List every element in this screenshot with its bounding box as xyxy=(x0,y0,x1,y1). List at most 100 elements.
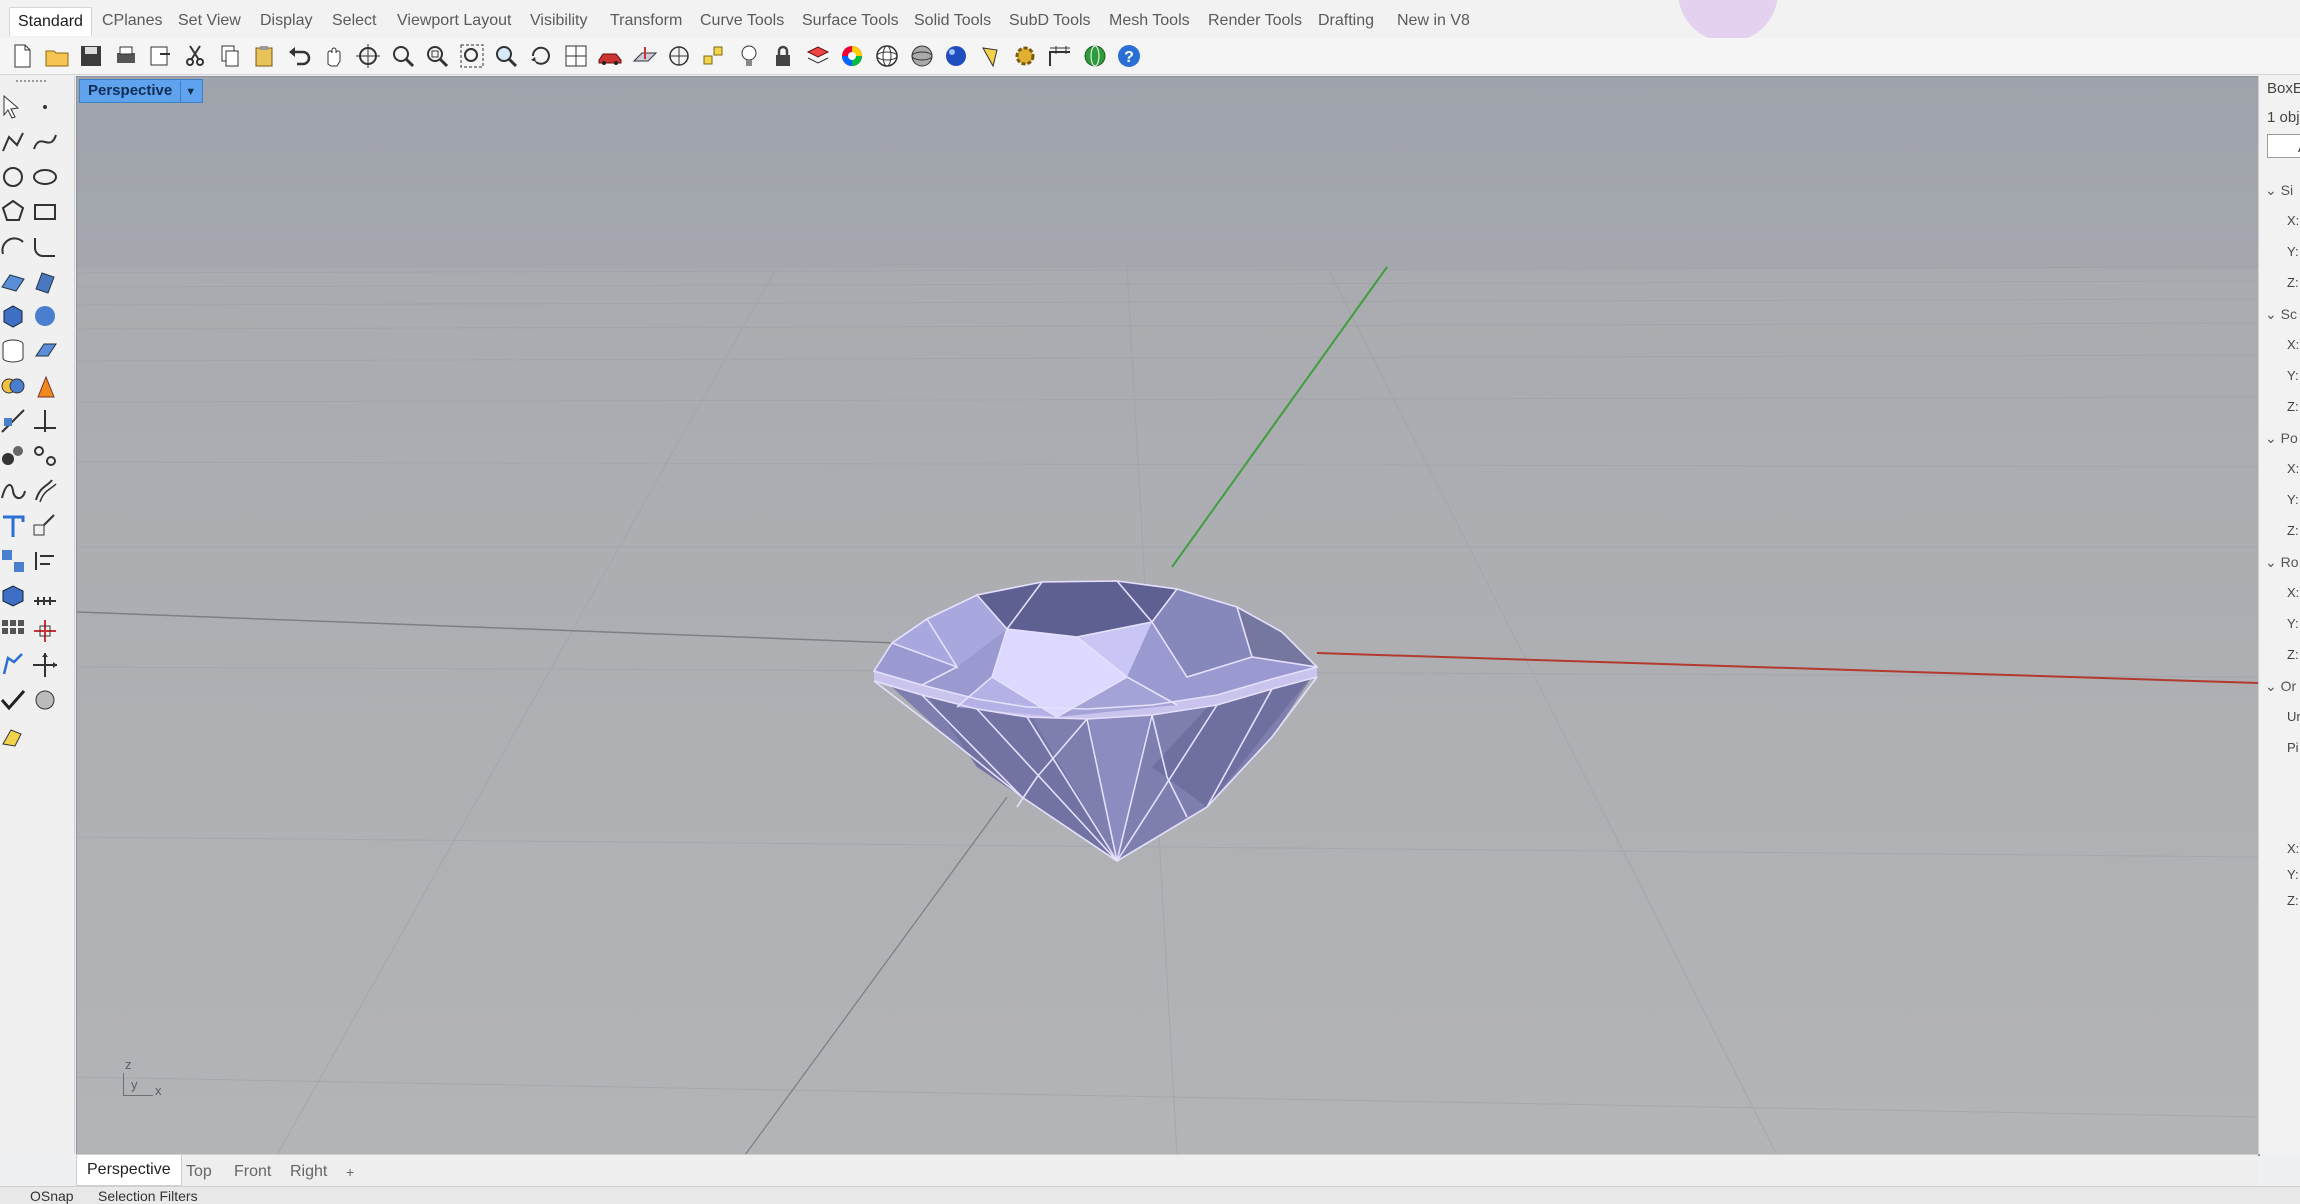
fillet-curve-icon[interactable] xyxy=(30,232,60,262)
grid-snap-icon[interactable] xyxy=(30,581,60,611)
scale-icon[interactable] xyxy=(30,511,60,541)
move-icon[interactable] xyxy=(30,650,60,680)
pan-hand-icon[interactable] xyxy=(319,42,347,70)
car-render-icon[interactable] xyxy=(596,42,624,70)
ellipse-icon[interactable] xyxy=(30,162,60,192)
array-grid-icon[interactable] xyxy=(0,616,28,646)
fire-icon[interactable] xyxy=(30,371,60,401)
solid-cube-icon[interactable] xyxy=(0,581,28,611)
panel-section-header[interactable]: ⌄ Ro xyxy=(2265,554,2299,571)
trim-icon[interactable] xyxy=(30,406,60,436)
tab-surface-tools[interactable]: Surface Tools xyxy=(802,9,899,33)
polyline-icon[interactable] xyxy=(0,127,28,157)
selection-filters-toggle[interactable]: Selection Filters xyxy=(98,1188,198,1204)
transform-icon[interactable] xyxy=(0,650,28,680)
panel-section-header[interactable]: ⌄ Po xyxy=(2265,430,2298,447)
zoom-extents-icon[interactable] xyxy=(458,42,486,70)
tab-cplanes[interactable]: CPlanes xyxy=(102,9,162,33)
tab-new-in-v8[interactable]: New in V8 xyxy=(1397,9,1470,33)
cylinder-icon[interactable] xyxy=(0,336,28,366)
group-icon[interactable] xyxy=(0,441,28,471)
tab-viewport-layout[interactable]: Viewport Layout xyxy=(397,9,511,33)
panel-apply-button[interactable]: A xyxy=(2267,134,2300,158)
boolean-icon[interactable] xyxy=(0,371,28,401)
material-icon[interactable] xyxy=(977,42,1005,70)
paste-icon[interactable] xyxy=(250,42,278,70)
viewport-layout-icon[interactable] xyxy=(562,42,590,70)
tab-standard[interactable]: Standard xyxy=(9,7,92,36)
tab-right[interactable]: Right xyxy=(290,1161,327,1183)
viewport-title-tab[interactable]: Perspective ▼ xyxy=(79,79,204,103)
help-icon[interactable]: ? xyxy=(1115,42,1143,70)
tab-curve-tools[interactable]: Curve Tools xyxy=(700,9,784,33)
tab-display[interactable]: Display xyxy=(260,9,312,33)
surface-icon[interactable] xyxy=(0,267,28,297)
tab-set-view[interactable]: Set View xyxy=(178,9,241,33)
arc-icon[interactable] xyxy=(0,232,28,262)
tab-subd-tools[interactable]: SubD Tools xyxy=(1009,9,1091,33)
print-icon[interactable] xyxy=(112,42,140,70)
circle-icon[interactable] xyxy=(0,162,28,192)
open-folder-icon[interactable] xyxy=(43,42,71,70)
rectangle-icon[interactable] xyxy=(30,197,60,227)
dimension-icon[interactable] xyxy=(1046,42,1074,70)
tab-select[interactable]: Select xyxy=(332,9,376,33)
cut-icon[interactable] xyxy=(181,42,209,70)
box-icon[interactable] xyxy=(0,301,28,331)
lock-icon[interactable] xyxy=(769,42,797,70)
wireframe-sphere-icon[interactable] xyxy=(873,42,901,70)
join-icon[interactable] xyxy=(0,476,28,506)
rendered-sphere-icon[interactable] xyxy=(942,42,970,70)
explode-icon[interactable] xyxy=(30,441,60,471)
panel-section-header[interactable]: ⌄ Si xyxy=(2265,182,2293,199)
extrude-icon[interactable] xyxy=(30,336,60,366)
array-icon[interactable] xyxy=(0,546,28,576)
save-icon[interactable] xyxy=(77,42,105,70)
paint-icon[interactable] xyxy=(0,720,28,750)
tab-render-tools[interactable]: Render Tools xyxy=(1208,9,1302,33)
options-icon[interactable] xyxy=(1011,42,1039,70)
tab-visibility[interactable]: Visibility xyxy=(530,9,588,33)
osnap-toggle[interactable]: OSnap xyxy=(30,1188,74,1204)
zoom-selected-icon[interactable] xyxy=(492,42,520,70)
analyze-icon[interactable] xyxy=(30,685,60,715)
tab-top[interactable]: Top xyxy=(186,1161,212,1183)
copy-icon[interactable] xyxy=(216,42,244,70)
sphere-icon[interactable] xyxy=(30,301,60,331)
rotate-camera-icon[interactable] xyxy=(527,42,555,70)
curve-icon[interactable] xyxy=(30,127,60,157)
loft-icon[interactable] xyxy=(30,267,60,297)
undo-icon[interactable] xyxy=(285,42,313,70)
zoom-window-icon[interactable] xyxy=(423,42,451,70)
add-viewport-icon[interactable]: + xyxy=(346,1161,354,1183)
point-icon[interactable] xyxy=(30,92,60,122)
color-wheel-icon[interactable] xyxy=(838,42,866,70)
viewport-menu-arrow-icon[interactable]: ▼ xyxy=(180,81,196,103)
globe-icon[interactable] xyxy=(1081,42,1109,70)
align-icon[interactable] xyxy=(30,546,60,576)
layer-icon[interactable] xyxy=(804,42,832,70)
lightbulb-icon[interactable] xyxy=(735,42,763,70)
palette-grip[interactable] xyxy=(16,80,46,86)
tab-mesh-tools[interactable]: Mesh Tools xyxy=(1109,9,1190,33)
osnap-icon[interactable] xyxy=(665,42,693,70)
gumball-icon[interactable] xyxy=(30,616,60,646)
check-icon[interactable] xyxy=(0,685,28,715)
zoom-icon[interactable] xyxy=(389,42,417,70)
tab-transform[interactable]: Transform xyxy=(610,9,682,33)
perspective-viewport[interactable]: Perspective ▼ z y x xyxy=(76,76,2260,1156)
tab-solid-tools[interactable]: Solid Tools xyxy=(914,9,991,33)
rotate-view-icon[interactable] xyxy=(354,42,382,70)
tab-front[interactable]: Front xyxy=(234,1161,271,1183)
offset-icon[interactable] xyxy=(30,476,60,506)
polygon-icon[interactable] xyxy=(0,197,28,227)
text-icon[interactable] xyxy=(0,511,28,541)
cplane-icon[interactable] xyxy=(631,42,659,70)
new-file-icon[interactable] xyxy=(8,42,36,70)
panel-section-header[interactable]: ⌄ Or xyxy=(2265,678,2296,695)
shaded-sphere-icon[interactable] xyxy=(908,42,936,70)
split-icon[interactable] xyxy=(0,406,28,436)
tab-perspective[interactable]: Perspective xyxy=(76,1155,182,1186)
export-icon[interactable] xyxy=(146,42,174,70)
select-arrow-icon[interactable] xyxy=(0,92,28,122)
